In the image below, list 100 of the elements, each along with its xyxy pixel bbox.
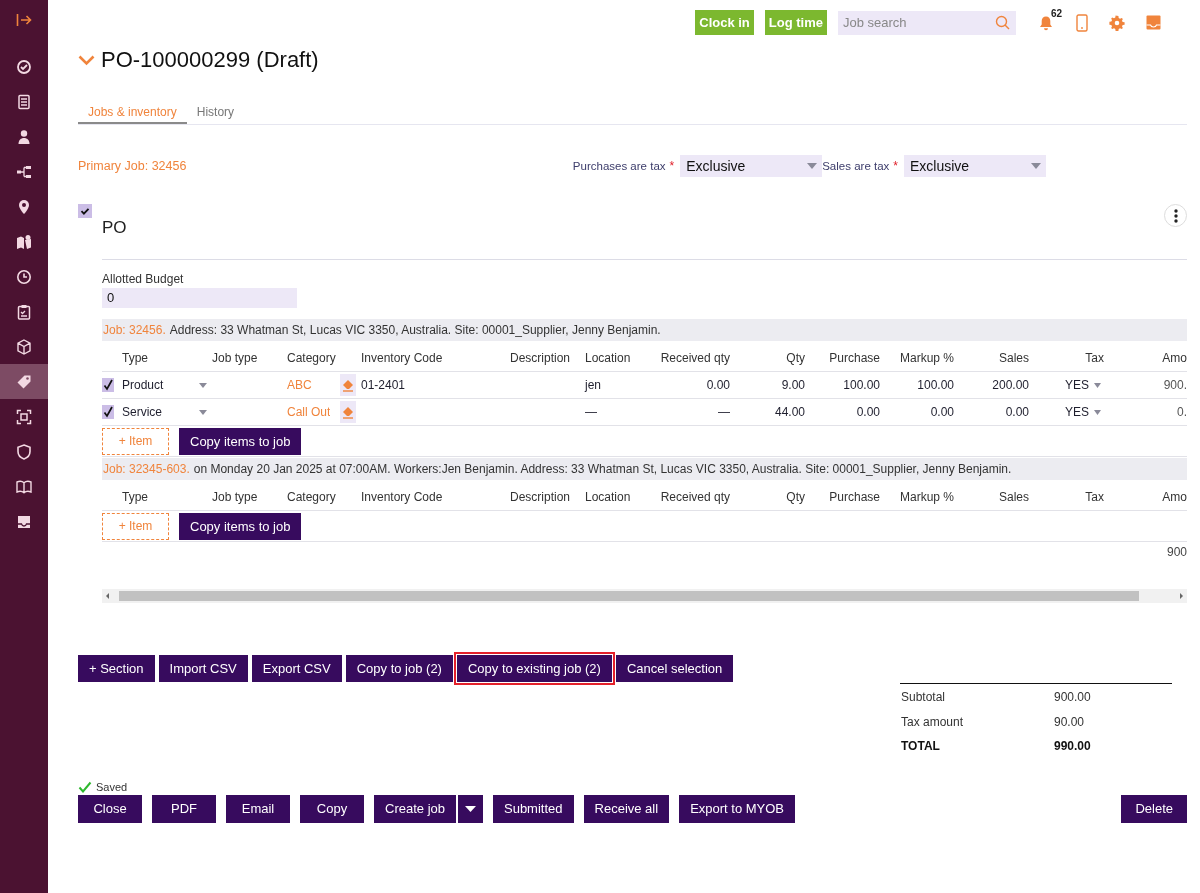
more-icon xyxy=(1173,208,1178,223)
hierarchy-icon xyxy=(16,163,32,180)
cube-icon xyxy=(16,338,32,355)
footer-button[interactable]: Receive all xyxy=(583,794,670,823)
column-header: Markup % xyxy=(899,490,954,504)
tag-icon xyxy=(16,373,32,390)
type-select[interactable]: Product xyxy=(122,378,207,392)
tax-select[interactable]: Exclusive xyxy=(680,155,823,177)
column-header: Inventory Code xyxy=(361,490,443,504)
checkbox[interactable] xyxy=(102,405,114,419)
total-label: Tax amount xyxy=(900,714,965,729)
table-cell: 0. xyxy=(1177,405,1187,419)
copy-items-button[interactable]: Copy items to job xyxy=(179,512,302,540)
footer-button[interactable]: Copy xyxy=(300,794,364,823)
caret-down-icon xyxy=(199,409,207,415)
horizontal-scrollbar[interactable] xyxy=(102,589,1187,603)
tab[interactable]: History xyxy=(186,100,245,124)
column-header: Purchase xyxy=(829,351,880,365)
tax-select[interactable]: YES xyxy=(1065,378,1104,392)
footer-button[interactable]: Submitted xyxy=(493,794,574,823)
location-pin-icon xyxy=(16,198,32,215)
table-cell: jen xyxy=(585,378,601,392)
total-label: Subtotal xyxy=(900,690,947,705)
caret-down-icon xyxy=(199,382,207,388)
action-button[interactable]: Cancel selection xyxy=(615,655,734,682)
column-header: Markup % xyxy=(899,351,954,365)
total-value: 900.00 xyxy=(1054,690,1092,705)
column-header: Received qty xyxy=(660,490,730,504)
budget-field[interactable]: 0 xyxy=(102,288,297,308)
action-button[interactable]: + Section xyxy=(78,655,155,682)
column-header: Sales xyxy=(998,490,1029,504)
column-header: Purchase xyxy=(829,490,880,504)
settings-icon[interactable] xyxy=(1109,14,1125,31)
footer-button[interactable]: Close xyxy=(78,794,142,823)
clipboard-icon xyxy=(16,303,32,320)
action-button[interactable]: Export CSV xyxy=(251,655,342,682)
table-cell: 01-2401 xyxy=(361,378,406,392)
section-title: PO xyxy=(102,218,127,238)
table-cell: 44.00 xyxy=(774,405,805,419)
column-header: Qty xyxy=(786,490,805,504)
shield-icon xyxy=(16,443,32,460)
column-header: Inventory Code xyxy=(361,351,443,365)
footer-button[interactable]: Export to MYOB xyxy=(679,794,796,823)
required-mark: * xyxy=(893,159,898,173)
footer-button[interactable]: Email xyxy=(226,794,290,823)
table-cell: 9.00 xyxy=(781,378,805,392)
column-header: Category xyxy=(287,351,336,365)
table-cell: 100.00 xyxy=(843,378,880,392)
collapse-arrow-icon[interactable] xyxy=(16,13,32,27)
required-mark: * xyxy=(669,159,675,173)
column-header: Sales xyxy=(998,351,1029,365)
table-cell: 900. xyxy=(1163,378,1187,392)
tax-select[interactable]: Exclusive xyxy=(904,155,1046,177)
search-field[interactable]: Job search xyxy=(838,10,1016,35)
table-cell: 0.00 xyxy=(1005,405,1029,419)
column-header: Received qty xyxy=(660,351,730,365)
table-cell: — xyxy=(585,405,597,419)
field-label: Sales are tax xyxy=(822,160,890,172)
book-icon xyxy=(16,478,32,495)
total-value: 990.00 xyxy=(1054,739,1092,754)
column-header: Description xyxy=(509,351,570,365)
caret-down-icon xyxy=(465,805,476,812)
total-value: 90.00 xyxy=(1054,714,1086,729)
type-select[interactable]: Service xyxy=(122,405,207,419)
delete-button[interactable]: Delete xyxy=(1121,794,1187,823)
column-header: Tax xyxy=(1085,351,1104,365)
footer-button[interactable]: PDF xyxy=(152,794,216,823)
clock-icon xyxy=(16,268,32,285)
tax-select[interactable]: YES xyxy=(1065,405,1104,419)
footer-button[interactable]: Create job xyxy=(374,794,456,823)
checklist-icon xyxy=(16,93,32,110)
table-cell: 0.00 xyxy=(706,378,730,392)
column-header: Amo xyxy=(1162,351,1187,365)
search-icon xyxy=(995,14,1010,30)
action-button[interactable]: Copy to existing job (2) xyxy=(453,652,615,685)
map-icon xyxy=(16,233,32,250)
caret-down-icon xyxy=(1094,382,1101,388)
checkbox[interactable] xyxy=(78,204,92,218)
inbox-icon xyxy=(16,513,32,530)
column-header: Job type xyxy=(212,490,258,504)
column-header: Qty xyxy=(786,351,805,365)
sidebar-item[interactable] xyxy=(0,364,48,399)
column-header: Category xyxy=(287,490,336,504)
person-icon xyxy=(16,128,32,145)
chevron-down-icon[interactable] xyxy=(78,54,95,66)
copy-items-button[interactable]: Copy items to job xyxy=(179,427,302,455)
checkbox[interactable] xyxy=(102,378,114,392)
action-button[interactable]: Copy to job (2) xyxy=(345,655,453,682)
table-cell: 200.00 xyxy=(992,378,1029,392)
action-button[interactable]: Import CSV xyxy=(158,655,248,682)
check-circle-icon xyxy=(16,58,32,75)
job-details: on Monday 20 Jan 2025 at 07:00AM. Workers:Jen Benjamin. Address: 33 Whatman St, Lucas VIC 3350, Australia. Site: 00001_Supplier, Jenny Benjamin. xyxy=(193,462,1012,476)
column-header: Type xyxy=(122,351,148,365)
column-header: Description xyxy=(509,490,570,504)
page-title: PO-100000299 (Draft) xyxy=(101,47,319,73)
job-details: Address: 33 Whatman St, Lucas VIC 3350, Australia. Site: 00001_Supplier, Jenny Benjamin. xyxy=(169,323,661,337)
column-header: Job type xyxy=(212,351,258,365)
table-cell: 0.00 xyxy=(930,405,954,419)
dropdown-button[interactable] xyxy=(458,794,483,823)
scan-icon xyxy=(16,408,32,425)
